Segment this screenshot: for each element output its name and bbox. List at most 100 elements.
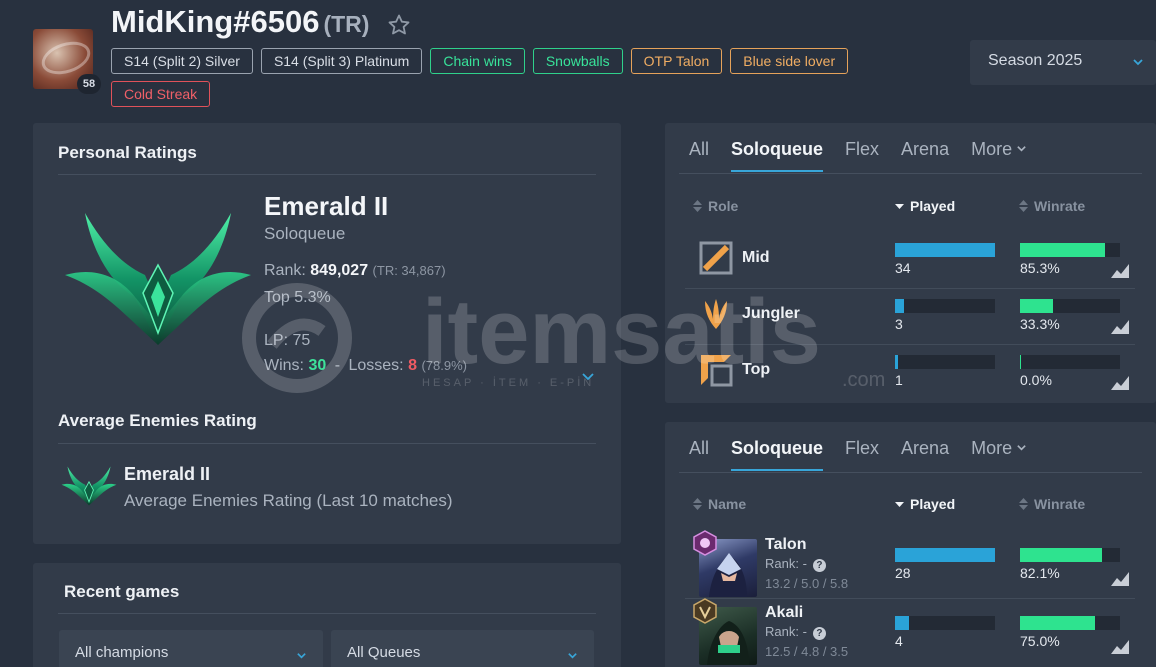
winrate-bar-fill [1020,355,1021,369]
column-name[interactable]: Name [693,496,746,512]
column-played[interactable]: Played [895,198,955,214]
column-role[interactable]: Role [693,198,738,214]
champion-row[interactable]: Akali Rank: -? 12.5 / 4.8 / 3.5 4 75.0% [685,598,1135,666]
sort-desc-icon [895,204,904,209]
champion-filter-select[interactable]: All champions [59,630,323,667]
mastery-badge-icon [693,530,717,556]
profile-badges: S14 (Split 2) Silver S14 (Split 3) Plati… [111,48,901,107]
summoner-name-text: MidKing#6506 [111,4,320,39]
trend-chart-icon[interactable] [1111,572,1129,586]
column-played-label: Played [910,496,956,512]
played-bar [895,548,995,562]
queue-filter-value: All Queues [347,644,421,661]
winrate-value: 82.1% [1020,565,1060,581]
sort-icon [693,200,702,212]
column-winrate[interactable]: Winrate [1019,198,1085,214]
season-select[interactable]: Season 2025 [970,40,1156,85]
wins-count: 30 [308,357,327,374]
tab-flex[interactable]: Flex [845,139,879,172]
sort-icon [1019,200,1028,212]
rank-position-label: Rank: [264,262,306,279]
champion-row[interactable]: Talon Rank: -? 13.2 / 5.0 / 5.8 28 82.1% [685,530,1135,598]
played-bar-fill [895,616,910,630]
average-enemies-rank: Emerald II [124,464,211,484]
chevron-down-icon [297,653,306,659]
played-bar [895,243,995,257]
winrate-bar [1020,243,1120,257]
winrate-value: 33.3% [1020,316,1060,332]
column-played-label: Played [910,198,956,214]
expand-chevron-icon[interactable] [581,369,595,383]
divider [685,598,1135,599]
column-role-label: Role [708,198,739,214]
queue-tabs: All Soloqueue Flex Arena More [689,139,1049,172]
role-row[interactable]: Mid 34 85.3% [685,232,1135,288]
trend-chart-icon[interactable] [1111,640,1129,654]
column-name-label: Name [708,496,747,512]
champion-rank: Rank: -? [765,556,826,572]
trend-chart-icon[interactable] [1111,320,1129,334]
winrate-value: 75.0% [1020,633,1060,649]
personal-ratings-title: Personal Ratings [58,143,197,162]
trend-chart-icon[interactable] [1111,376,1129,390]
trend-chart-icon[interactable] [1111,264,1129,278]
role-row[interactable]: Top 1 0.0% [685,344,1135,400]
summoner-level: 58 [77,74,101,94]
divider [679,472,1142,473]
losses-count: 8 [408,357,417,374]
rank-name: Emerald II [264,191,389,221]
wins-losses-separator: - [334,357,341,374]
winrate-bar-fill [1020,616,1095,630]
role-name: Jungler [742,305,800,322]
chevron-down-icon [1133,59,1143,66]
tab-all[interactable]: All [689,139,709,172]
queue-filter-select[interactable]: All Queues [331,630,594,667]
played-count: 1 [895,372,903,388]
champions-panel: All Soloqueue Flex Arena More Name Playe… [665,422,1156,667]
badge: Cold Streak [111,81,211,107]
tab-soloqueue[interactable]: Soloqueue [731,139,824,172]
tab-more-label: More [971,438,1013,458]
tab-arena[interactable]: Arena [901,438,949,471]
champion-name: Talon [765,536,807,553]
mid-lane-icon [699,241,733,275]
rank-position-value: 849,027 [310,262,369,279]
divider [58,174,596,175]
personal-ratings-panel: Personal Ratings Emerald II Soloqueue Ra… [33,123,621,544]
favorite-star-icon[interactable] [387,13,411,37]
column-winrate-label: Winrate [1034,198,1086,214]
help-icon[interactable]: ? [812,627,826,640]
role-name: Mid [742,249,770,266]
winrate-value: 0.0% [1020,372,1052,388]
tab-more[interactable]: More [971,438,1027,471]
tab-soloqueue[interactable]: Soloqueue [731,438,824,471]
rank-queue: Soloqueue [264,224,346,243]
tab-arena[interactable]: Arena [901,139,949,172]
top-lane-icon [701,355,733,387]
winrate-bar-fill [1020,299,1054,313]
column-winrate[interactable]: Winrate [1019,496,1085,512]
winrate-value: 85.3% [1020,260,1060,276]
tab-flex[interactable]: Flex [845,438,879,471]
chevron-down-icon [1017,146,1026,152]
chevron-down-icon [568,653,577,659]
champion-name: Akali [765,604,804,621]
tab-all[interactable]: All [689,438,709,471]
played-bar-fill [895,299,904,313]
winrate-bar [1020,355,1120,369]
divider [58,613,596,614]
played-count: 3 [895,316,903,332]
mastery-badge-icon [693,598,717,624]
champion-filter-value: All champions [75,644,169,661]
role-name: Top [742,361,771,378]
wins-losses: Wins: 30 - Losses: 8 (78.9%) [264,357,467,375]
divider [58,443,596,444]
jungle-icon [705,299,727,329]
emerald-rank-emblem-icon [65,213,251,345]
tab-more[interactable]: More [971,139,1027,172]
column-played[interactable]: Played [895,496,955,512]
losses-label: Losses: [348,357,404,374]
role-row[interactable]: Jungler 3 33.3% [685,288,1135,344]
winrate-bar [1020,548,1120,562]
help-icon[interactable]: ? [812,559,826,572]
